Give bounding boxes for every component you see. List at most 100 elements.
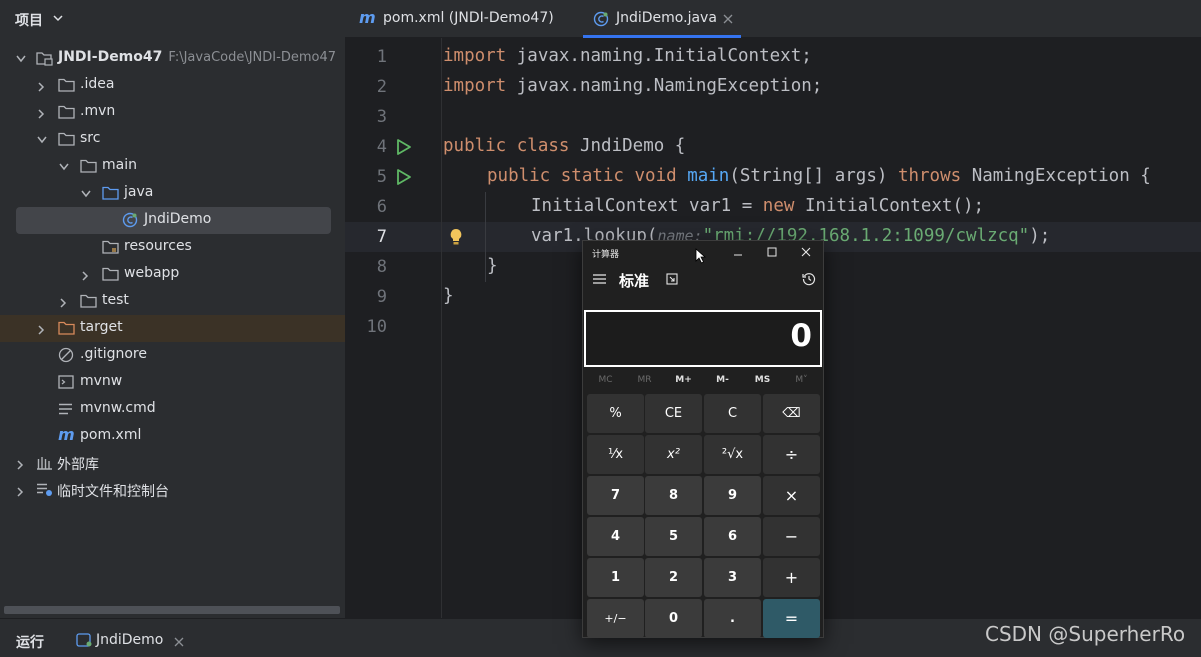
horizontal-scrollbar[interactable] <box>4 606 340 614</box>
chevron-right-icon[interactable] <box>36 324 46 336</box>
clear-button[interactable]: C <box>704 394 761 433</box>
java-class-icon <box>593 11 609 27</box>
tree-item-mvnw-cmd[interactable]: mvnw.cmd <box>0 396 345 423</box>
chevron-right-icon[interactable] <box>15 486 25 498</box>
project-header[interactable]: 项目 <box>0 0 345 38</box>
memory-clear-button[interactable]: MC <box>586 375 625 385</box>
run-gutter-icon[interactable] <box>395 168 413 186</box>
close-icon[interactable] <box>174 637 184 647</box>
decimal-button[interactable]: . <box>704 599 761 638</box>
digit-9-button[interactable]: 9 <box>704 476 761 515</box>
excluded-folder-icon <box>58 321 75 335</box>
subtract-button[interactable]: − <box>763 517 820 556</box>
percent-button[interactable]: % <box>587 394 644 433</box>
digit-4-button[interactable]: 4 <box>587 517 644 556</box>
tree-item-resources[interactable]: resources <box>0 234 345 261</box>
tree-item-gitignore[interactable]: .gitignore <box>0 342 345 369</box>
clear-entry-button[interactable]: CE <box>645 394 702 433</box>
square-root-button[interactable]: ²√x <box>704 435 761 474</box>
tree-item-webapp[interactable]: webapp <box>0 261 345 288</box>
multiply-button[interactable]: × <box>763 476 820 515</box>
chevron-right-icon[interactable] <box>36 81 46 93</box>
digit-0-button[interactable]: 0 <box>645 599 702 638</box>
run-config-icon <box>76 633 92 647</box>
tree-item-java[interactable]: java <box>0 180 345 207</box>
chevron-right-icon[interactable] <box>58 297 68 309</box>
chevron-right-icon[interactable] <box>36 108 46 120</box>
java-class-icon <box>122 212 138 228</box>
tree-item-jndidemo[interactable]: JndiDemo <box>16 207 331 234</box>
lightbulb-icon[interactable] <box>449 228 463 246</box>
tree-item-mvnw[interactable]: mvnw <box>0 369 345 396</box>
divide-button[interactable]: ÷ <box>763 435 820 474</box>
chevron-down-icon[interactable] <box>80 189 92 199</box>
code-text: javax.naming.InitialContext; <box>506 46 812 66</box>
tree-item-label: src <box>80 130 101 146</box>
tree-item-mvn[interactable]: .mvn <box>0 99 345 126</box>
add-button[interactable]: + <box>763 558 820 597</box>
watermark: CSDN @SuperherRo <box>985 622 1186 646</box>
chevron-down-icon[interactable] <box>36 135 48 145</box>
digit-1-button[interactable]: 1 <box>587 558 644 597</box>
run-tab-label[interactable]: JndiDemo <box>96 632 163 648</box>
calculator-display: 0 <box>584 310 822 367</box>
memory-list-button[interactable]: M˅ <box>782 375 821 385</box>
memory-subtract-button[interactable]: M- <box>703 375 742 385</box>
chevron-down-icon[interactable] <box>15 54 27 64</box>
chevron-down-icon[interactable] <box>58 162 70 172</box>
minimize-icon[interactable] <box>733 251 743 259</box>
code-line-8: } <box>487 256 498 276</box>
tree-item-label: java <box>124 184 154 200</box>
tab-pom-xml[interactable]: m pom.xml (JNDI-Demo47) <box>359 0 569 38</box>
close-icon[interactable] <box>801 247 811 257</box>
tree-item-root[interactable]: JNDI-Demo47 F:\JavaCode\JNDI-Demo47 <box>0 45 345 72</box>
digit-2-button[interactable]: 2 <box>645 558 702 597</box>
memory-recall-button[interactable]: MR <box>625 375 664 385</box>
memory-add-button[interactable]: M+ <box>664 375 703 385</box>
chevron-down-icon[interactable] <box>52 12 64 24</box>
reciprocal-button[interactable]: ⅟x <box>587 435 644 474</box>
tab-jndidemo-java[interactable]: JndiDemo.java <box>593 0 743 38</box>
backspace-button[interactable]: ⌫ <box>763 394 820 433</box>
folder-icon <box>102 267 119 281</box>
keep-on-top-icon[interactable] <box>666 273 678 285</box>
digit-3-button[interactable]: 3 <box>704 558 761 597</box>
text-file-icon <box>59 403 72 415</box>
tree-item-test[interactable]: test <box>0 288 345 315</box>
resources-folder-icon <box>102 240 119 254</box>
square-button[interactable]: x² <box>645 435 702 474</box>
tab-label: JndiDemo.java <box>616 10 717 26</box>
digit-7-button[interactable]: 7 <box>587 476 644 515</box>
project-panel: 项目 JNDI-Demo47 F:\JavaCode\JNDI-Demo47 .i… <box>0 0 345 618</box>
tree-item-main[interactable]: main <box>0 153 345 180</box>
line-number: 4 <box>376 137 387 157</box>
tree-item-label: target <box>80 319 123 335</box>
chevron-right-icon[interactable] <box>80 270 90 282</box>
mouse-cursor-icon <box>695 248 707 264</box>
run-panel-title[interactable]: 运行 <box>16 632 44 652</box>
code-line-5: public static void main(String[] args) t… <box>487 166 1151 186</box>
history-icon[interactable] <box>802 272 816 286</box>
tree-item-idea[interactable]: .idea <box>0 72 345 99</box>
equals-button[interactable]: = <box>763 599 820 638</box>
tree-item-target[interactable]: target <box>0 315 345 342</box>
digit-8-button[interactable]: 8 <box>645 476 702 515</box>
tree-item-external-libraries[interactable]: 外部库 <box>0 450 345 477</box>
negate-button[interactable]: +/− <box>587 599 644 638</box>
keyword: new <box>762 196 795 216</box>
close-icon[interactable] <box>723 14 733 24</box>
digit-5-button[interactable]: 5 <box>645 517 702 556</box>
maximize-icon[interactable] <box>767 247 777 257</box>
tree-item-src[interactable]: src <box>0 126 345 153</box>
hamburger-menu-icon[interactable] <box>593 274 606 284</box>
maven-icon: m <box>58 425 75 444</box>
code-text: InitialContext(); <box>794 196 985 216</box>
tree-item-scratches[interactable]: 临时文件和控制台 <box>0 477 345 504</box>
project-title: 项目 <box>15 13 43 29</box>
run-gutter-icon[interactable] <box>395 138 413 156</box>
folder-icon <box>58 105 75 119</box>
digit-6-button[interactable]: 6 <box>704 517 761 556</box>
chevron-right-icon[interactable] <box>15 459 25 471</box>
tree-item-pom[interactable]: m pom.xml <box>0 423 345 450</box>
memory-store-button[interactable]: MS <box>743 375 782 385</box>
